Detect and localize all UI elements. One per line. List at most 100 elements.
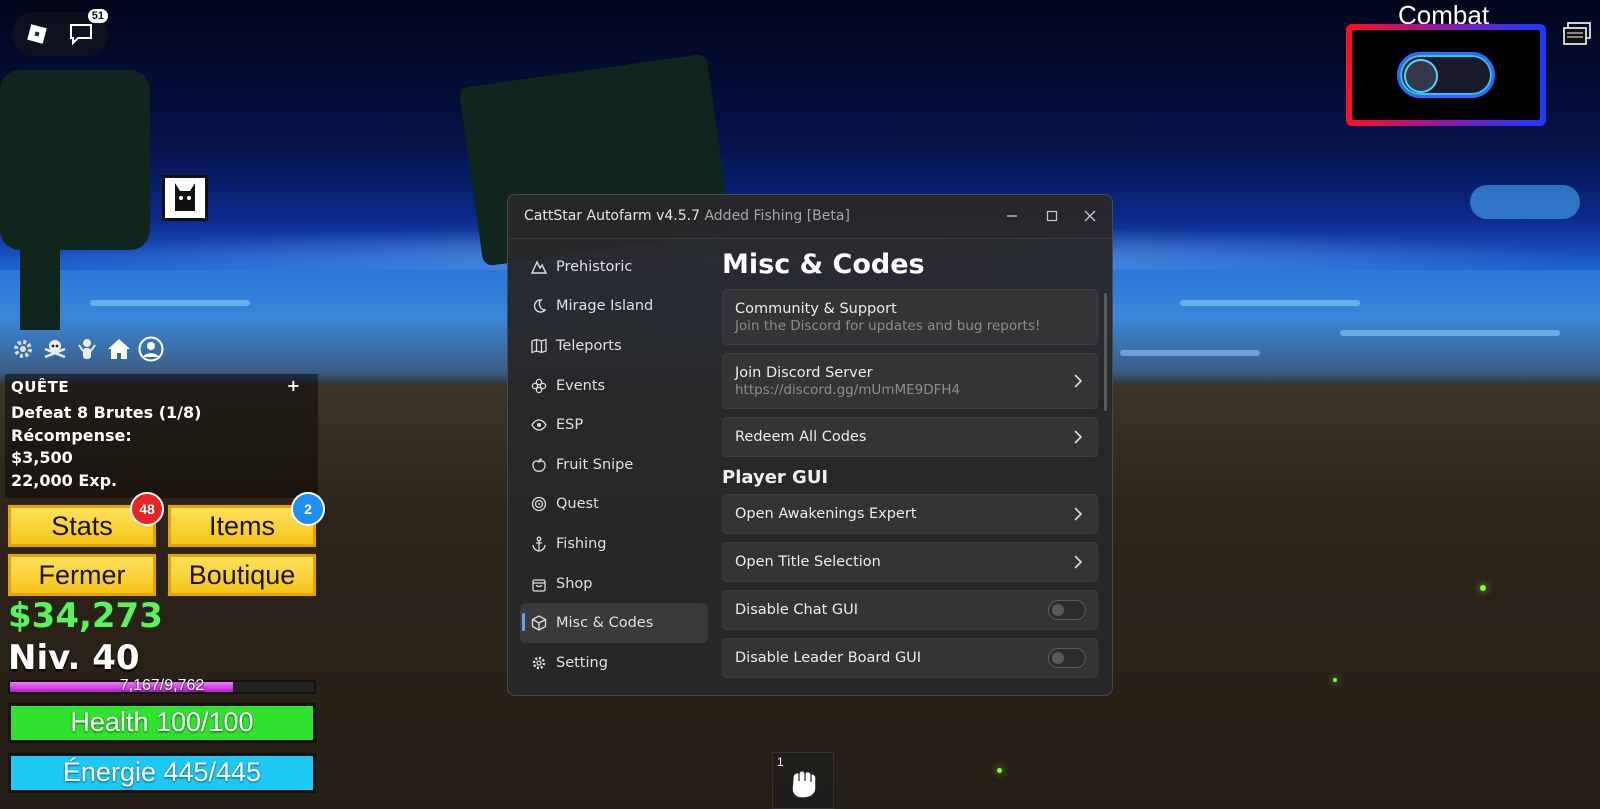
cube-icon (530, 614, 548, 632)
firefly (1480, 585, 1486, 591)
xp-text: 7,167/9,762 (119, 677, 205, 694)
profile-icon[interactable] (138, 336, 164, 362)
close-icon[interactable] (1079, 205, 1101, 227)
disable-leaderboard-toggle[interactable] (1048, 648, 1086, 668)
sea-wave (1120, 350, 1260, 356)
sidebar-item-label: ESP (556, 417, 584, 434)
chat-icon[interactable]: 51 (66, 9, 108, 49)
money-display: $34,273 (8, 596, 163, 636)
sidebar-item-label: Mirage Island (556, 298, 654, 315)
home-icon[interactable] (106, 336, 132, 362)
hotbar-slot[interactable]: 1 (772, 752, 834, 809)
discord-link: https://discord.gg/mUmME9DFH4 (735, 381, 961, 398)
firefly (1333, 678, 1337, 682)
quest-reward-exp: 22,000 Exp. (11, 471, 118, 490)
sidebar-item-events[interactable]: Events (520, 366, 708, 406)
sidebar-item-label: Fruit Snipe (556, 456, 634, 473)
gear-icon (530, 654, 548, 672)
moon-icon (530, 297, 548, 315)
sidebar-item-label: Events (556, 377, 606, 394)
quest-objective: Defeat 8 Brutes (1/8) (11, 403, 202, 422)
redeem-codes-button[interactable]: Redeem All Codes (722, 417, 1098, 457)
quest-reward-money: $3,500 (11, 448, 73, 467)
sidebar-item-quest[interactable]: Quest (520, 485, 708, 525)
chevron-right-icon (1074, 507, 1083, 521)
shop-button[interactable]: Boutique (168, 554, 316, 596)
combat-toggle-inner (1352, 30, 1540, 120)
anchor-icon (530, 535, 548, 553)
toggle-knob (1052, 604, 1064, 616)
roblox-menu-bar: 51 (12, 9, 108, 56)
gear-icon[interactable] (10, 336, 36, 362)
open-title-selection-title: Open Title Selection (735, 554, 881, 570)
cloud (1470, 185, 1580, 219)
minimize-icon[interactable] (1001, 205, 1023, 227)
roblox-logo-icon[interactable] (24, 21, 50, 47)
sea-wave (1340, 330, 1560, 336)
items-badge: 2 (291, 492, 325, 526)
cat-avatar-icon[interactable] (162, 175, 208, 221)
sidebar-item-prehistoric[interactable]: Prehistoric (520, 247, 708, 287)
disable-leaderboard-row: Disable Leader Board GUI (722, 638, 1098, 678)
sidebar-item-esp[interactable]: ESP (520, 405, 708, 445)
quest-panel: QUÊTE + Defeat 8 Brutes (1/8) Récompense… (5, 374, 318, 498)
disable-leaderboard-title: Disable Leader Board GUI (735, 650, 922, 666)
join-discord-title: Join Discord Server (735, 364, 873, 381)
chevron-right-icon (1074, 374, 1083, 388)
chevron-right-icon (1074, 430, 1083, 444)
health-bar: Health 100/100 (8, 703, 316, 743)
sidebar-item-setting[interactable]: Setting (520, 643, 708, 683)
window-titlebar[interactable]: CattStar Autofarm v4.5.7 Added Fishing [… (508, 195, 1112, 239)
tree (0, 70, 150, 250)
join-discord-button[interactable]: Join Discord Server https://discord.gg/m… (722, 353, 1098, 409)
window-title: CattStar Autofarm v4.5.7 Added Fishing [… (524, 208, 850, 224)
sidebar-item-shop[interactable]: Shop (520, 564, 708, 604)
disable-chat-title: Disable Chat GUI (735, 602, 859, 618)
quest-title: QUÊTE (11, 378, 70, 396)
flower-icon (530, 377, 548, 395)
sidebar-item-mirage-island[interactable]: Mirage Island (520, 287, 708, 327)
autofarm-window: CattStar Autofarm v4.5.7 Added Fishing [… (507, 194, 1113, 696)
window-content: Misc & Codes Community & Support Join th… (722, 245, 1098, 686)
sidebar-item-fishing[interactable]: Fishing (520, 524, 708, 564)
energy-bar: Énergie 445/445 (8, 753, 316, 793)
sidebar-item-label: Quest (556, 496, 599, 513)
hotbar-slot-number: 1 (777, 755, 784, 769)
eye-icon (530, 416, 548, 434)
apple-icon (530, 456, 548, 474)
quest-expand-button[interactable]: + (287, 376, 300, 395)
sidebar-item-misc-codes[interactable]: Misc & Codes (520, 603, 708, 643)
windows-icon[interactable] (1562, 22, 1592, 46)
firefly (997, 768, 1002, 773)
content-scrollbar[interactable] (1104, 293, 1107, 411)
open-awakenings-button[interactable]: Open Awakenings Expert (722, 494, 1098, 534)
sidebar-item-fruit-snipe[interactable]: Fruit Snipe (520, 445, 708, 485)
sidebar-item-teleports[interactable]: Teleports (520, 326, 708, 366)
maximize-icon[interactable] (1041, 205, 1063, 227)
map-icon (530, 337, 548, 355)
combat-toggle[interactable] (1397, 52, 1495, 98)
toggle-knob (1052, 652, 1064, 664)
sea-wave (90, 300, 250, 306)
crew-icon[interactable] (74, 336, 100, 362)
chat-badge: 51 (87, 9, 108, 23)
community-title: Community & Support (735, 300, 897, 317)
pirate-flag-icon[interactable] (42, 336, 68, 362)
shopping-bag-icon (530, 575, 548, 593)
disable-chat-row: Disable Chat GUI (722, 590, 1098, 630)
target-icon (530, 495, 548, 513)
window-title-main: CattStar Autofarm v4.5.7 (524, 208, 701, 224)
open-title-selection-button[interactable]: Open Title Selection (722, 542, 1098, 582)
chevron-right-icon (1074, 555, 1083, 569)
fist-icon (791, 770, 817, 799)
sidebar-item-label: Prehistoric (556, 258, 633, 275)
combat-toggle-panel (1346, 24, 1546, 126)
disable-chat-toggle[interactable] (1048, 600, 1086, 620)
sidebar-item-label: Teleports (556, 337, 622, 354)
open-awakenings-title: Open Awakenings Expert (735, 506, 917, 522)
sidebar-item-label: Setting (556, 654, 608, 671)
close-button[interactable]: Fermer (8, 554, 156, 596)
tree (20, 240, 60, 330)
sidebar-item-label: Misc & Codes (556, 615, 654, 632)
xp-bar: 7,167/9,762 (8, 677, 316, 694)
